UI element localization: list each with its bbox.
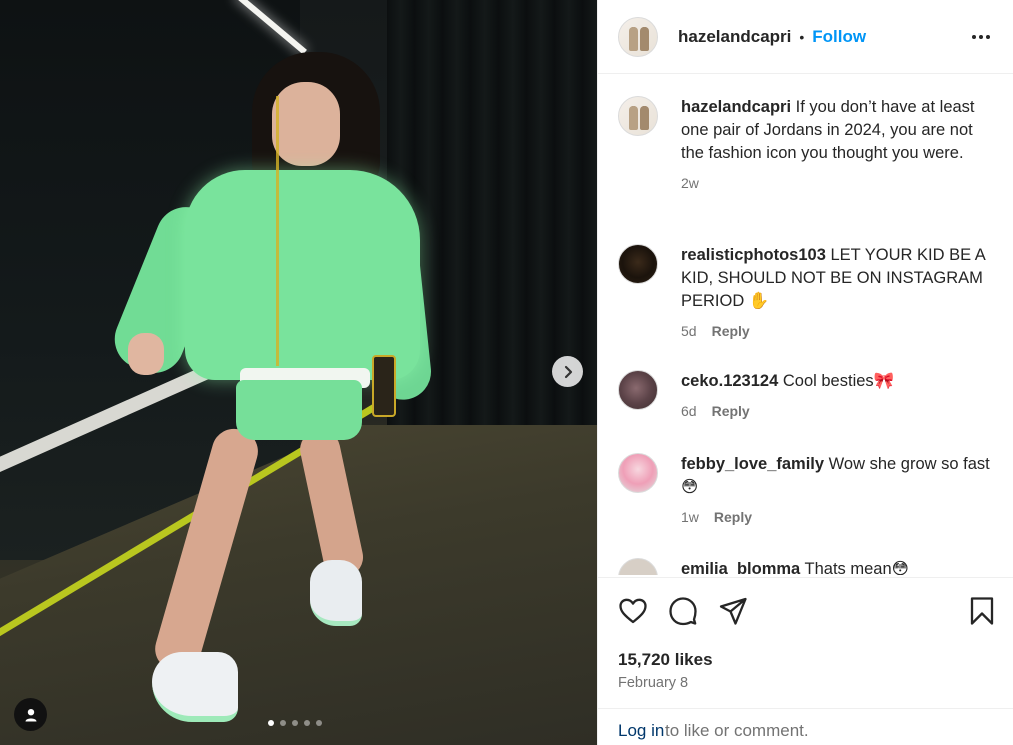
figure-phone [372,355,396,417]
comment-bubble-icon [669,597,697,626]
caption: hazelandcapri If you don’t have at least… [618,96,998,195]
save-button[interactable] [969,596,995,631]
figure-headphone-cord [276,96,279,366]
comment-username[interactable]: emilia_blomma [681,560,800,575]
comment-age: 5d [681,323,697,339]
comments-list[interactable]: hazelandcapri If you don’t have at least… [598,75,1013,575]
post-actions: 15,720 likes February 8 [598,577,1013,707]
carousel-indicator [268,720,322,726]
figure-hand [128,333,164,375]
post-side-panel: hazelandcapri • Follow hazelandcapri If … [597,0,1013,745]
black-cat-avatar-icon[interactable] [618,244,658,284]
follow-button[interactable]: Follow [812,27,866,47]
comment-username[interactable]: febby_love_family [681,455,824,473]
comment-text: Cool besties🎀 [782,372,895,390]
header-separator: • [799,28,805,45]
figure-right-leg [296,425,367,581]
comment-button[interactable] [668,596,698,631]
reply-button[interactable]: Reply [712,400,750,423]
bookmark-icon [970,597,994,625]
figure-face [272,82,340,166]
comment-item: ceko.123124 Cool besties🎀 6d Reply [618,370,998,423]
plant-avatar-icon[interactable] [618,370,658,410]
figure-left-shoe [152,652,238,722]
user-icon [25,708,36,721]
author-username[interactable]: hazelandcapri [678,27,791,47]
chevron-right-icon [564,365,572,378]
comment-username[interactable]: realisticphotos103 [681,246,826,264]
figure-shorts [236,380,362,440]
carousel-dot [316,720,322,726]
reply-button[interactable]: Reply [712,320,750,343]
person-avatar-icon[interactable] [618,558,658,575]
post-image [0,0,597,745]
login-link[interactable]: Log in [618,721,664,741]
girl-avatar-icon[interactable] [618,453,658,493]
heart-icon [619,598,647,624]
tagged-users-button[interactable] [14,698,47,731]
comment-username[interactable]: ceko.123124 [681,372,778,390]
comment-age: 1w [681,509,699,525]
author-avatar[interactable] [618,96,658,136]
carousel-dot [304,720,310,726]
image-child-figure [0,0,597,745]
login-prompt: Log in to like or comment. [598,708,1013,745]
figure-right-shoe [310,560,362,626]
author-avatar[interactable] [618,16,658,57]
comment-item: febby_love_family Wow she grow so fast 😳… [618,453,998,529]
more-horizontal-icon [972,35,990,39]
post-date: February 8 [618,675,689,691]
carousel-dot [268,720,274,726]
caption-username[interactable]: hazelandcapri [681,98,791,116]
more-options-button[interactable] [970,26,992,53]
reply-button[interactable]: Reply [714,506,752,529]
carousel-next-button[interactable] [552,356,583,387]
share-button[interactable] [718,596,748,631]
like-button[interactable] [618,596,648,631]
figure-sweater [185,170,420,380]
likes-count[interactable]: 15,720 likes [618,650,713,670]
figure-left-leg [149,423,264,677]
comment-age: 6d [681,403,697,419]
comment-item: realisticphotos103 LET YOUR KID BE A KID… [618,244,998,343]
paper-plane-icon [719,597,747,625]
carousel-dot [280,720,286,726]
caption-age: 2w [681,175,699,191]
comment-item: emilia_blomma Thats mean😳 [618,558,998,575]
login-prompt-text: to like or comment. [665,721,809,740]
post-header: hazelandcapri • Follow [598,0,1013,74]
carousel-dot [292,720,298,726]
comment-text: Thats mean😳 [804,560,909,575]
